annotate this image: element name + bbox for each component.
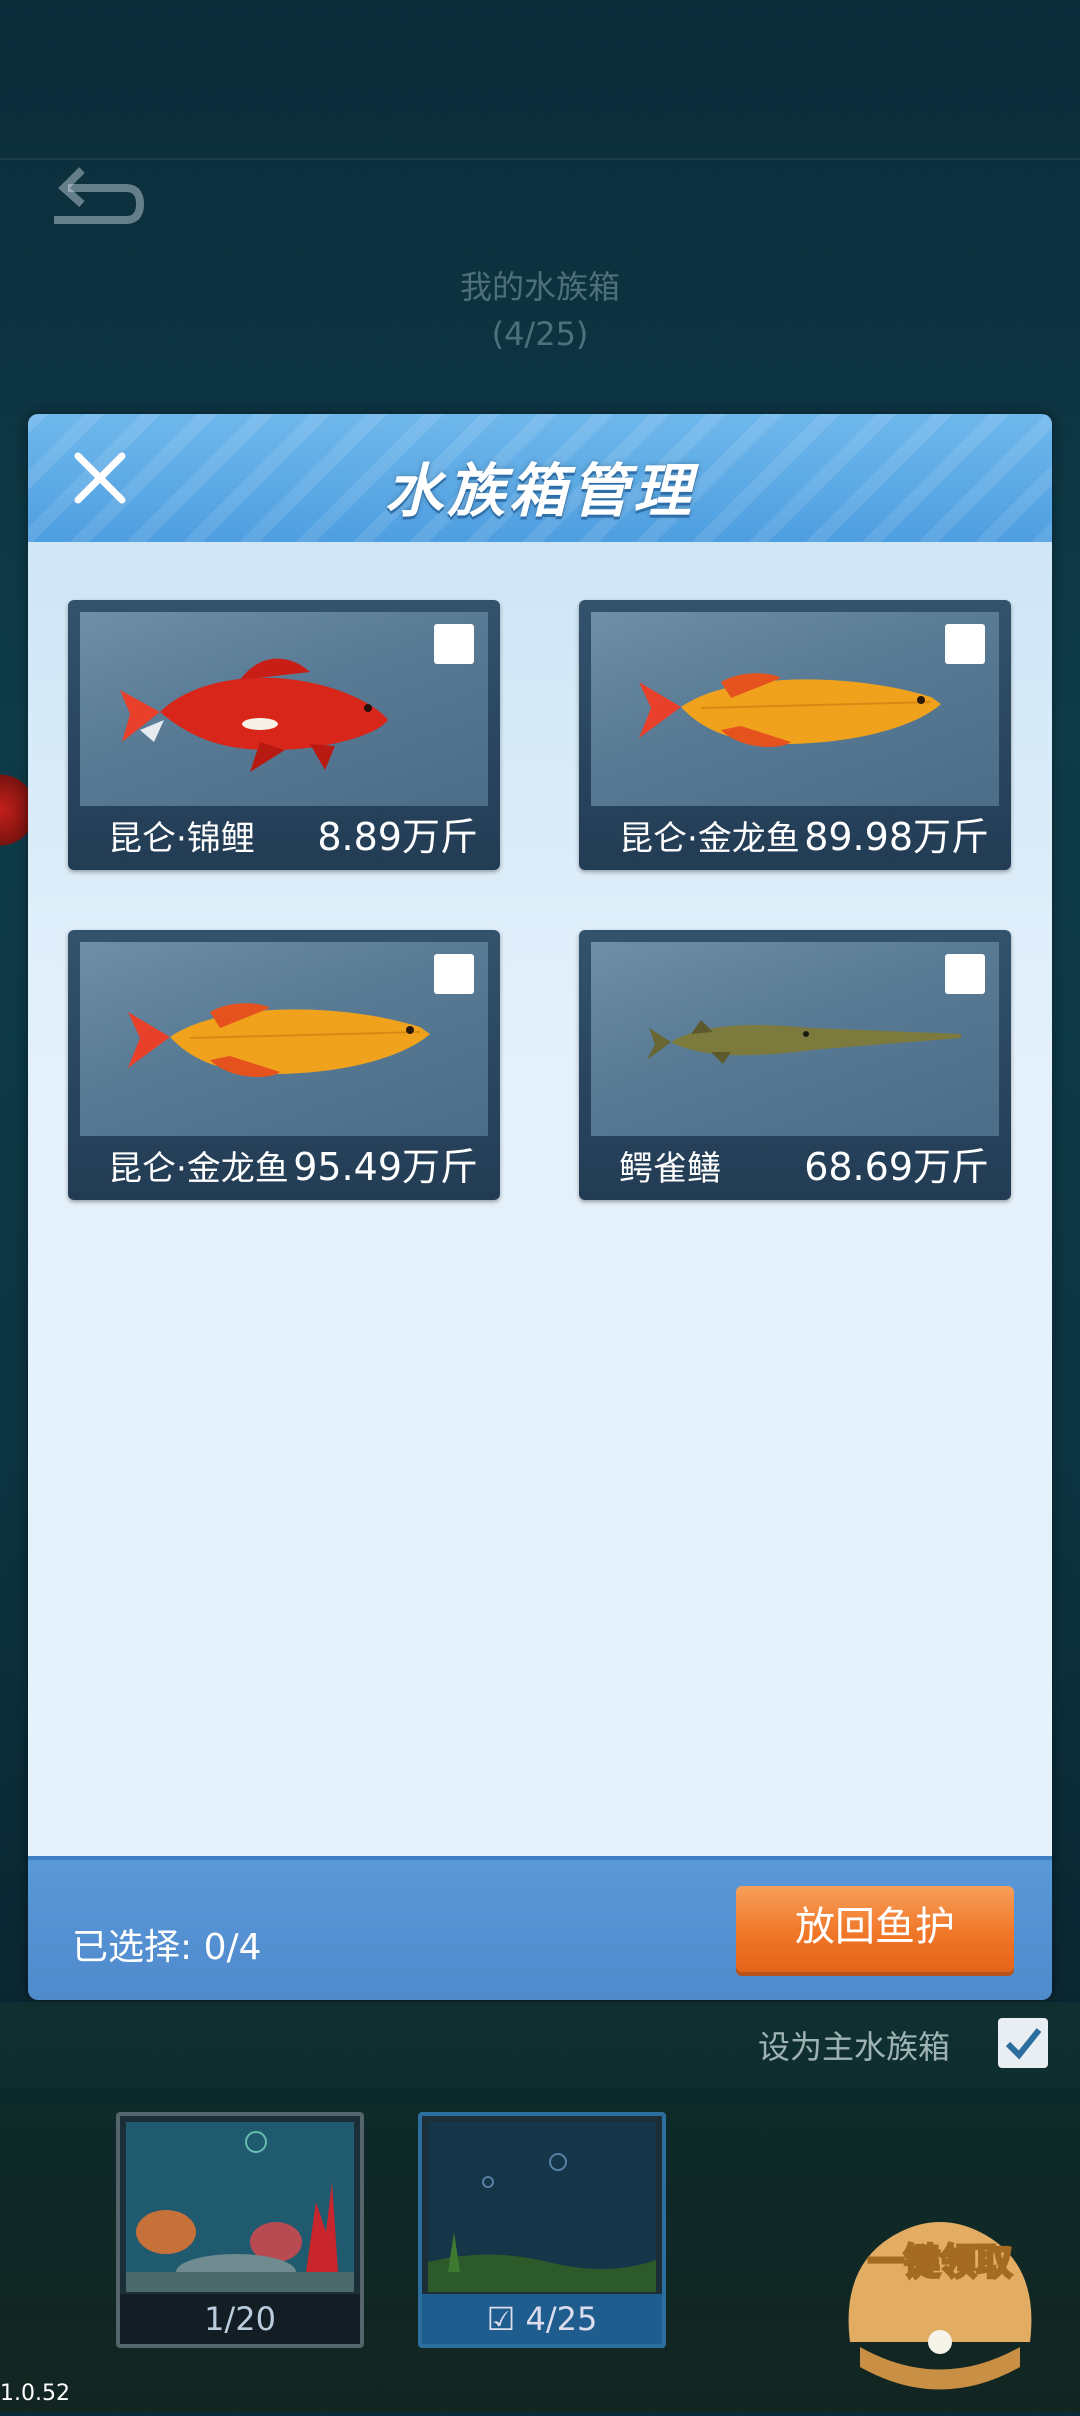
fish-name: 昆仑·金龙鱼 <box>619 819 800 859</box>
fish-name: 昆仑·金龙鱼 <box>108 1149 289 1189</box>
fish-weight: 68.69万斤 <box>804 1145 989 1189</box>
arowana-fish-icon <box>128 1003 430 1077</box>
claim-label: 一键领取 <box>868 2241 1012 2282</box>
fish-weight: 95.49万斤 <box>293 1145 478 1189</box>
fish-image <box>80 612 488 806</box>
fish-card[interactable]: 昆仑·金龙鱼 89.98万斤 <box>579 600 1011 870</box>
one-click-claim-button[interactable]: 一键领取 <box>820 2142 1060 2412</box>
return-to-keepnet-button[interactable]: 放回鱼护 <box>736 1886 1014 1972</box>
set-main-label: 设为主水族箱 <box>758 2028 951 2066</box>
fish-weight: 8.89万斤 <box>317 815 478 859</box>
set-main-aquarium-row: 设为主水族箱 <box>0 2002 1080 2088</box>
aquarium-capacity: ☑ 4/25 <box>422 2294 662 2344</box>
seaweed-scene <box>428 2122 656 2292</box>
dialog-footer: 已选择: 0/4 放回鱼护 <box>28 1856 1052 2000</box>
dialog-header: 水族箱管理 <box>28 414 1052 542</box>
fish-weight: 89.98万斤 <box>804 815 989 859</box>
fish-image <box>591 612 999 806</box>
fish-image <box>591 942 999 1136</box>
aquarium-title: 我的水族箱 <box>459 268 620 306</box>
set-main-checkbox[interactable] <box>998 2018 1048 2068</box>
aquarium-manage-dialog: 水族箱管理 昆仑·锦鲤 8.89万斤 昆仑·金龙鱼 89.98万斤 昆仑·金龙鱼… <box>28 414 1052 2000</box>
coral-reef-scene <box>126 2122 354 2292</box>
dialog-title: 水族箱管理 <box>384 457 695 525</box>
aquarium-count: (4/25) <box>491 315 589 353</box>
aquarium-thumbnail-selected[interactable]: ☑ 4/25 <box>418 2112 666 2348</box>
version-label: 1.0.52 <box>0 2381 70 2406</box>
aquarium-thumbnail[interactable]: 1/20 <box>116 2112 364 2348</box>
fish-card[interactable]: 昆仑·锦鲤 8.89万斤 <box>68 600 500 870</box>
select-checkbox[interactable] <box>434 954 474 994</box>
checkbox-icon: ☑ <box>486 2300 516 2338</box>
select-checkbox[interactable] <box>434 624 474 664</box>
aquarium-capacity-value: 4/25 <box>525 2300 598 2338</box>
fish-card[interactable]: 鳄雀鳝 68.69万斤 <box>579 930 1011 1200</box>
fish-name: 鳄雀鳝 <box>619 1149 721 1189</box>
aquarium-capacity: 1/20 <box>120 2294 360 2344</box>
header-divider <box>0 158 1080 160</box>
gar-fish-icon <box>647 1020 961 1064</box>
fish-card[interactable]: 昆仑·金龙鱼 95.49万斤 <box>68 930 500 1200</box>
back-arrow-icon[interactable] <box>48 160 148 240</box>
koi-fish-icon <box>120 658 388 772</box>
select-checkbox[interactable] <box>945 624 985 664</box>
fish-image <box>80 942 488 1136</box>
fish-name: 昆仑·锦鲤 <box>108 819 255 859</box>
selected-count: 已选择: 0/4 <box>72 1927 262 1968</box>
arowana-fish-icon <box>639 673 941 747</box>
background-fish <box>0 770 30 850</box>
fish-grid: 昆仑·锦鲤 8.89万斤 昆仑·金龙鱼 89.98万斤 昆仑·金龙鱼 95.49… <box>28 542 1052 1870</box>
select-checkbox[interactable] <box>945 954 985 994</box>
